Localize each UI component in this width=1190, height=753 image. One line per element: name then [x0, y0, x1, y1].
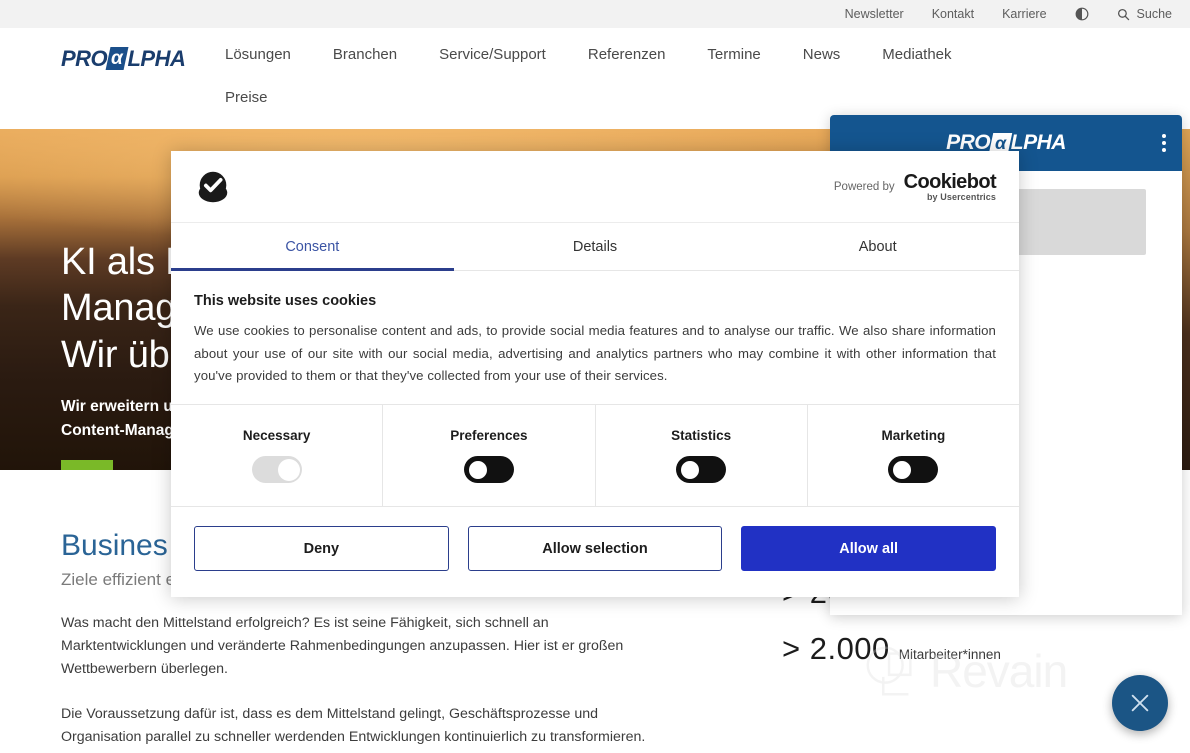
cookie-dialog-actions: Deny Allow selection Allow all [171, 507, 1019, 593]
kebab-menu-icon[interactable] [1162, 134, 1166, 152]
nav-item-termine[interactable]: Termine [707, 46, 760, 63]
cookie-category-label: Preferences [450, 428, 528, 444]
hero-cta-button[interactable] [61, 460, 113, 470]
nav-item-service[interactable]: Service/Support [439, 46, 546, 63]
search-label: Suche [1136, 7, 1172, 21]
cookie-category-marketing: Marketing [808, 405, 1019, 506]
close-icon [1131, 694, 1149, 712]
site-logo[interactable]: PRO α LPHA [61, 46, 186, 72]
cookie-dialog-description: We use cookies to personalise content an… [194, 323, 996, 384]
cookie-category-preferences: Preferences [383, 405, 596, 507]
cookie-category-label: Necessary [242, 428, 311, 444]
stat-item-mitarbeiter: > 2.000 Mitarbeiter*innen [782, 631, 1001, 667]
hero-sub-line-2: Content-Manag [61, 422, 174, 440]
cookie-dialog-title: This website uses cookies [194, 293, 377, 309]
logo-post: LPHA [127, 46, 186, 71]
utility-link-newsletter[interactable]: Newsletter [845, 7, 904, 21]
toggle-marketing[interactable] [888, 456, 939, 484]
cookiebot-check-icon [198, 171, 228, 202]
toggle-preferences[interactable] [463, 456, 514, 484]
search-button[interactable]: Suche [1117, 7, 1172, 21]
main-navigation: PRO α LPHA Lösungen Branchen Service/Suppo… [0, 28, 1190, 149]
allow-all-button[interactable]: Allow all [741, 526, 997, 572]
nav-item-news[interactable]: News [803, 46, 841, 63]
toggle-statistics[interactable] [676, 456, 727, 484]
globe-icon[interactable] [1075, 7, 1089, 21]
cookie-consent-dialog: Powered by Cookiebot by Usercentrics Con… [171, 151, 1019, 597]
cookie-dialog-body: This website uses cookies We use cookies… [171, 271, 1019, 404]
nav-item-loesungen[interactable]: Lösungen [225, 46, 291, 63]
utility-link-karriere[interactable]: Karriere [1002, 7, 1046, 21]
allow-selection-button[interactable]: Allow selection [467, 526, 723, 572]
cookie-category-list: Necessary Preferences Statistics Marketi… [171, 404, 1019, 508]
cookie-dialog-tabs: Consent Details About [171, 223, 1019, 271]
close-chat-button[interactable] [1112, 675, 1168, 731]
stat-label: Mitarbeiter*innen [898, 647, 1001, 662]
tab-details[interactable]: Details [454, 223, 737, 270]
tab-consent[interactable]: Consent [171, 223, 454, 271]
deny-button[interactable]: Deny [194, 526, 449, 572]
cookiebot-brand-name: Cookiebot [903, 170, 997, 193]
section-paragraph-1: Was macht den Mittelstand erfolgreich? E… [61, 615, 624, 677]
stat-number: > 2.000 [782, 631, 890, 666]
logo-alpha-box: α [105, 47, 129, 71]
cookiebot-brand-sub: by Usercentrics [926, 191, 996, 202]
utility-bar: Newsletter Kontakt Karriere Suche [0, 0, 1190, 28]
powered-by-cookiebot: Powered by Cookiebot by Usercentrics [833, 170, 997, 202]
cookie-category-label: Marketing [881, 428, 946, 444]
cookiebot-brand: Cookiebot by Usercentrics [903, 170, 997, 202]
cookie-category-label: Statistics [671, 428, 732, 444]
cookie-category-statistics: Statistics [596, 405, 808, 507]
cookie-category-necessary: Necessary [171, 405, 384, 507]
nav-item-mediathek[interactable]: Mediathek [882, 46, 951, 63]
nav-item-preise[interactable]: Preise [225, 89, 268, 106]
logo-pre: PRO [61, 46, 108, 71]
utility-link-kontakt[interactable]: Kontakt [932, 7, 974, 21]
search-icon [1117, 8, 1129, 20]
powered-by-label: Powered by [833, 180, 895, 193]
nav-item-branchen[interactable]: Branchen [333, 46, 397, 63]
cookie-dialog-header: Powered by Cookiebot by Usercentrics [171, 151, 1019, 223]
nav-item-referenzen[interactable]: Referenzen [588, 46, 666, 63]
tab-about[interactable]: About [736, 223, 1019, 270]
chat-logo-post: LPHA [1010, 131, 1067, 154]
hero-sub-line-1: Wir erweitern u [61, 398, 173, 416]
toggle-necessary[interactable] [251, 456, 302, 484]
page-root: Newsletter Kontakt Karriere Suche PRO α LP… [0, 0, 1190, 753]
section-paragraph-2: Die Voraussetzung dafür ist, dass es dem… [61, 706, 646, 753]
